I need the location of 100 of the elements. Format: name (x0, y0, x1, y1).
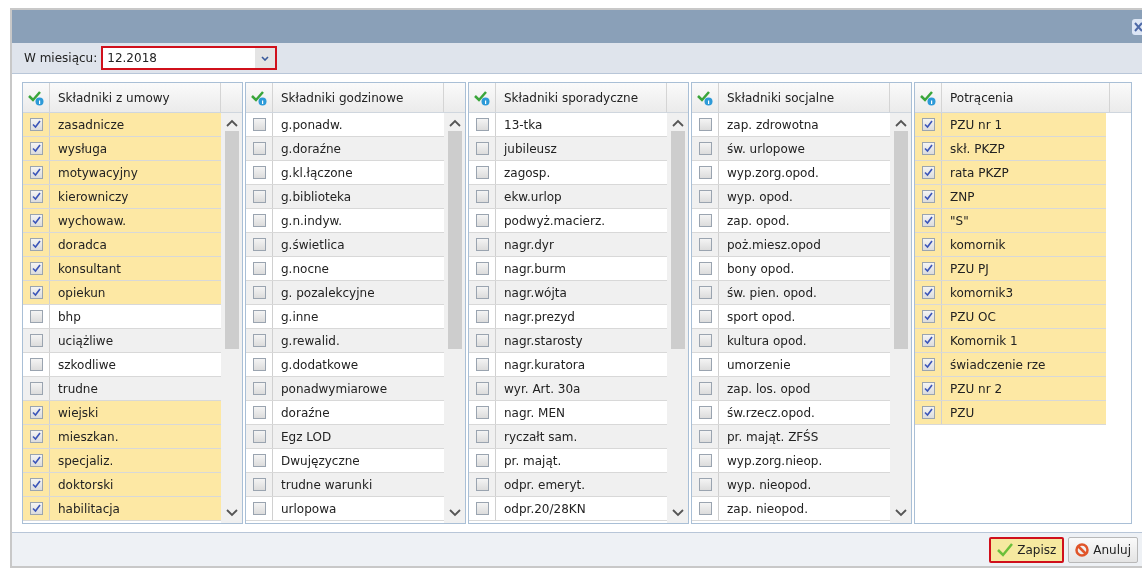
list-row[interactable]: zap. nieopod. (692, 497, 890, 521)
checkbox[interactable] (252, 190, 266, 203)
list-row[interactable]: Dwujęzyczne (246, 449, 444, 473)
checkbox[interactable] (29, 166, 43, 179)
list-row[interactable]: Komornik 1 (915, 329, 1106, 353)
checkbox[interactable] (475, 142, 489, 155)
checkbox[interactable] (475, 406, 489, 419)
checkbox[interactable] (29, 142, 43, 155)
list-row[interactable]: bony opod. (692, 257, 890, 281)
checkbox[interactable] (475, 238, 489, 251)
checkbox[interactable] (921, 310, 935, 323)
checkbox[interactable] (29, 310, 43, 323)
checkbox[interactable] (252, 478, 266, 491)
checkbox[interactable] (252, 358, 266, 371)
checkbox[interactable] (921, 286, 935, 299)
month-dropdown[interactable]: 12.2018 (101, 46, 278, 70)
checkbox[interactable] (252, 118, 266, 131)
checkbox[interactable] (252, 238, 266, 251)
checkbox[interactable] (252, 430, 266, 443)
checkbox[interactable] (252, 334, 266, 347)
list-row[interactable]: nagr.kuratora (469, 353, 667, 377)
list-row[interactable]: Egz LOD (246, 425, 444, 449)
checkbox[interactable] (252, 406, 266, 419)
scroll-thumb[interactable] (224, 131, 239, 349)
checkbox[interactable] (29, 118, 43, 131)
checkbox[interactable] (29, 214, 43, 227)
list-row[interactable]: ponadwymiarowe (246, 377, 444, 401)
checkbox[interactable] (252, 502, 266, 515)
list-row[interactable]: mieszkan. (23, 425, 221, 449)
check-info-icon[interactable] (474, 89, 490, 106)
list-row[interactable]: pr. mająt. ZFŚS (692, 425, 890, 449)
checkbox[interactable] (475, 262, 489, 275)
list-row[interactable]: g.dodatkowe (246, 353, 444, 377)
list-row[interactable]: wyp. opod. (692, 185, 890, 209)
list-row[interactable]: jubileusz (469, 137, 667, 161)
list-row[interactable]: św.rzecz.opod. (692, 401, 890, 425)
list-row[interactable]: doraźne (246, 401, 444, 425)
checkbox[interactable] (252, 262, 266, 275)
checkbox[interactable] (29, 454, 43, 467)
checkbox[interactable] (475, 478, 489, 491)
checkbox[interactable] (29, 382, 43, 395)
checkbox[interactable] (921, 262, 935, 275)
checkbox[interactable] (475, 430, 489, 443)
checkbox[interactable] (698, 118, 712, 131)
checkbox[interactable] (475, 166, 489, 179)
scroll-down-icon[interactable] (225, 509, 238, 517)
checkbox[interactable] (921, 118, 935, 131)
list-row[interactable]: komornik3 (915, 281, 1106, 305)
checkbox[interactable] (921, 406, 935, 419)
list-row[interactable]: św. urlopowe (692, 137, 890, 161)
list-row[interactable]: wiejski (23, 401, 221, 425)
checkbox[interactable] (921, 190, 935, 203)
list-row[interactable]: motywacyjny (23, 161, 221, 185)
check-info-icon[interactable] (697, 89, 713, 106)
checkbox[interactable] (29, 238, 43, 251)
checkbox[interactable] (921, 334, 935, 347)
checkbox[interactable] (475, 214, 489, 227)
list-row[interactable]: 13-tka (469, 113, 667, 137)
list-row[interactable]: ZNP (915, 185, 1106, 209)
scroll-down-icon[interactable] (448, 509, 461, 517)
list-row[interactable]: g.doraźne (246, 137, 444, 161)
list-row[interactable]: konsultant (23, 257, 221, 281)
checkbox[interactable] (698, 310, 712, 323)
checkbox[interactable] (29, 430, 43, 443)
list-row[interactable]: św. pien. opod. (692, 281, 890, 305)
list-row[interactable]: wyr. Art. 30a (469, 377, 667, 401)
list-row[interactable]: zap. opod. (692, 209, 890, 233)
list-row[interactable]: kierowniczy (23, 185, 221, 209)
list-row[interactable]: g.inne (246, 305, 444, 329)
checkbox[interactable] (252, 454, 266, 467)
list-row[interactable]: g. pozalekcyjne (246, 281, 444, 305)
scroll-thumb[interactable] (447, 131, 462, 349)
list-row[interactable]: zasadnicze (23, 113, 221, 137)
list-row[interactable]: zagosp. (469, 161, 667, 185)
list-row[interactable]: PZU OC (915, 305, 1106, 329)
list-row[interactable]: habilitacja (23, 497, 221, 521)
list-row[interactable]: sport opod. (692, 305, 890, 329)
list-row[interactable]: pr. mająt. (469, 449, 667, 473)
checkbox[interactable] (475, 190, 489, 203)
scroll-up-icon[interactable] (671, 119, 684, 127)
list-row[interactable]: umorzenie (692, 353, 890, 377)
checkbox[interactable] (29, 358, 43, 371)
list-row[interactable]: g.świetlica (246, 233, 444, 257)
list-row[interactable]: wyp.zorg.opod. (692, 161, 890, 185)
list-row[interactable]: zap. zdrowotna (692, 113, 890, 137)
scroll-up-icon[interactable] (894, 119, 907, 127)
checkbox[interactable] (698, 478, 712, 491)
checkbox[interactable] (475, 310, 489, 323)
list-row[interactable]: PZU PJ (915, 257, 1106, 281)
checkbox[interactable] (698, 214, 712, 227)
list-row[interactable]: "S" (915, 209, 1106, 233)
list-row[interactable]: ekw.urlop (469, 185, 667, 209)
checkbox[interactable] (252, 286, 266, 299)
list-row[interactable]: bhp (23, 305, 221, 329)
checkbox[interactable] (475, 358, 489, 371)
checkbox[interactable] (698, 262, 712, 275)
scroll-up-icon[interactable] (448, 119, 461, 127)
list-row[interactable]: ryczałt sam. (469, 425, 667, 449)
scrollbar[interactable] (221, 113, 242, 523)
checkbox[interactable] (252, 166, 266, 179)
